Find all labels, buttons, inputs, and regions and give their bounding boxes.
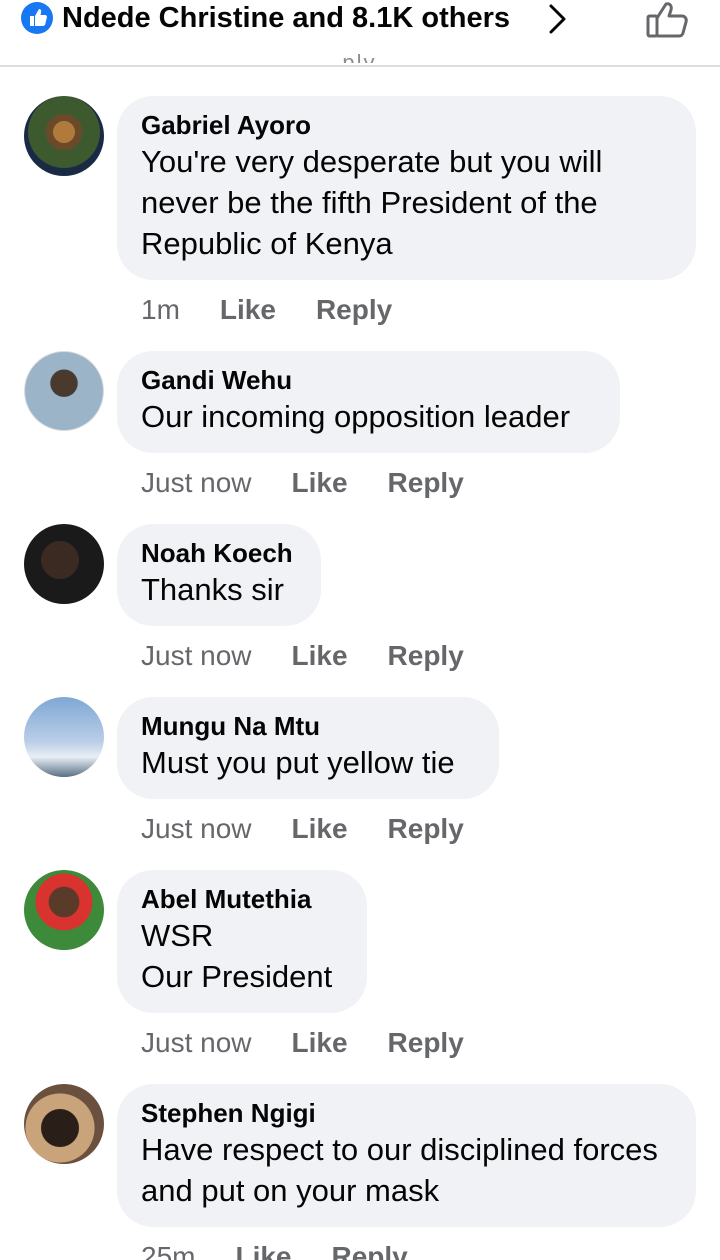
comment-timestamp: Just now <box>141 640 252 671</box>
comment-bubble: Noah Koech Thanks sir <box>117 524 321 626</box>
comment-text: Our incoming opposition leader <box>141 399 571 434</box>
like-button[interactable]: Like <box>292 466 348 500</box>
comment-text: WSR Our President <box>141 918 333 994</box>
comment-timestamp: Just now <box>141 1027 252 1058</box>
comment-author[interactable]: Mungu Na Mtu <box>141 710 475 742</box>
comment-bubble: Gandi Wehu Our incoming opposition leade… <box>117 351 620 453</box>
comment-text: Thanks sir <box>141 572 284 607</box>
comment-actions: 1m Like Reply <box>141 293 392 327</box>
comment-timestamp: Just now <box>141 813 252 844</box>
avatar[interactable] <box>24 697 104 777</box>
like-post-button[interactable] <box>644 0 692 45</box>
comment-bubble: Abel Mutethia WSR Our President <box>117 870 367 1013</box>
reactors-link[interactable]: Ndede Christine and 8.1K others <box>62 0 510 36</box>
comment-timestamp: 1m <box>141 294 180 325</box>
comment-author[interactable]: Gandi Wehu <box>141 364 596 396</box>
like-button[interactable]: Like <box>292 1026 348 1060</box>
comment-timestamp: 25m <box>141 1241 196 1260</box>
like-button[interactable]: Like <box>292 812 348 846</box>
comment-actions: Just now Like Reply <box>141 812 464 846</box>
reply-button[interactable]: Reply <box>388 812 464 846</box>
like-button[interactable]: Like <box>220 293 276 327</box>
comment-actions: 25m Like Reply <box>141 1240 408 1260</box>
comment-author[interactable]: Noah Koech <box>141 537 297 569</box>
like-button[interactable]: Like <box>235 1240 291 1260</box>
comment-author[interactable]: Abel Mutethia <box>141 883 343 915</box>
comment-actions: Just now Like Reply <box>141 1026 464 1060</box>
comment-actions: Just now Like Reply <box>141 466 464 500</box>
comment-bubble: Gabriel Ayoro You're very desperate but … <box>117 96 696 280</box>
avatar[interactable] <box>24 870 104 950</box>
comment-text: You're very desperate but you will never… <box>141 144 603 261</box>
reply-button[interactable]: Reply <box>388 639 464 673</box>
comment-timestamp: Just now <box>141 467 252 498</box>
reply-button[interactable]: Reply <box>332 1240 408 1260</box>
reply-button[interactable]: Reply <box>316 293 392 327</box>
avatar[interactable] <box>24 96 104 176</box>
comment-text: Have respect to our disciplined forces a… <box>141 1132 658 1208</box>
reply-button[interactable]: Reply <box>388 1026 464 1060</box>
like-button[interactable]: Like <box>292 639 348 673</box>
avatar[interactable] <box>24 524 104 604</box>
thumbs-up-icon <box>646 2 688 38</box>
comment-author[interactable]: Stephen Ngigi <box>141 1097 672 1129</box>
comment-author[interactable]: Gabriel Ayoro <box>141 109 672 141</box>
avatar[interactable] <box>24 1084 104 1164</box>
reply-button[interactable]: Reply <box>388 466 464 500</box>
chevron-right-icon[interactable] <box>544 3 570 40</box>
reactions-bar: Ndede Christine and 8.1K others ...ply..… <box>0 0 720 67</box>
comment-bubble: Stephen Ngigi Have respect to our discip… <box>117 1084 696 1227</box>
avatar[interactable] <box>24 351 104 431</box>
comment-text: Must you put yellow tie <box>141 745 455 780</box>
comment-actions: Just now Like Reply <box>141 639 464 673</box>
truncated-text: ...ply... <box>318 52 399 63</box>
comment-bubble: Mungu Na Mtu Must you put yellow tie <box>117 697 499 799</box>
like-reaction-icon <box>21 2 53 34</box>
